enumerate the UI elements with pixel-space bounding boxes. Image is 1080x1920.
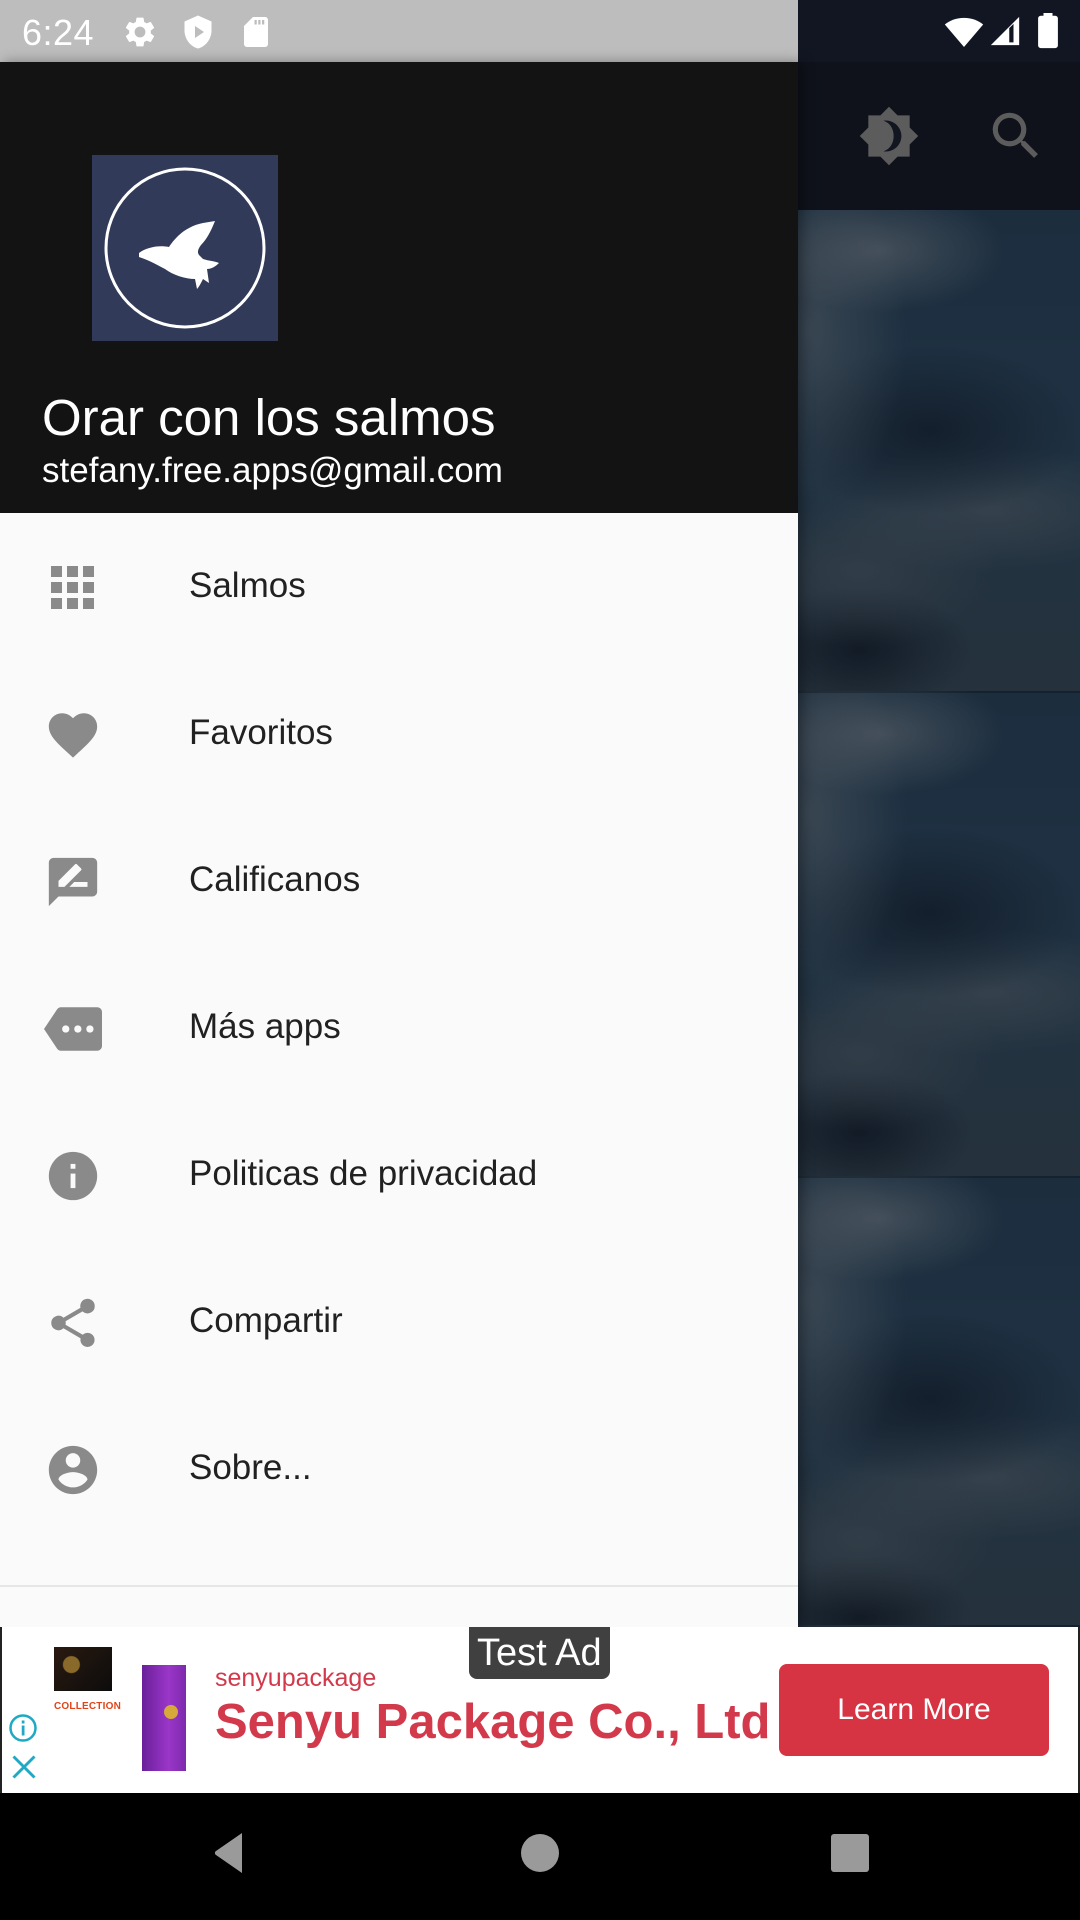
- drawer-item-salmos[interactable]: Salmos: [0, 513, 798, 660]
- grid-icon: [44, 559, 102, 617]
- info-icon: [44, 1147, 102, 1205]
- drawer-item-label: Politicas de privacidad: [189, 1154, 538, 1193]
- back-icon[interactable]: [206, 1829, 254, 1877]
- drawer-item-sobre[interactable]: Sobre...: [0, 1395, 798, 1542]
- more-tag-icon: [44, 1000, 102, 1058]
- wifi-icon: [944, 12, 984, 52]
- app-title: Orar con los salmos: [42, 389, 496, 446]
- sd-card-icon: [238, 14, 274, 50]
- navigation-drawer: Orar con los salmos stefany.free.apps@gm…: [0, 62, 798, 1627]
- drawer-item-label: Salmos: [189, 566, 306, 605]
- drawer-item-calificanos[interactable]: Calificanos: [0, 807, 798, 954]
- battery-icon: [1035, 13, 1061, 49]
- drawer-item-label: Compartir: [189, 1301, 343, 1340]
- drawer-item-label: Favoritos: [189, 713, 333, 752]
- ad-close-icon[interactable]: [10, 1753, 38, 1781]
- heart-icon: [44, 706, 102, 764]
- test-ad-badge: Test Ad: [469, 1627, 610, 1679]
- system-nav-bar: [0, 1793, 1080, 1920]
- drawer-menu: Salmos Favoritos Calificanos Más apps Po…: [0, 513, 798, 1542]
- status-bar: 6:24: [0, 0, 1080, 62]
- share-icon: [44, 1294, 102, 1352]
- recents-icon[interactable]: [826, 1829, 874, 1877]
- rate-review-icon: [44, 853, 102, 911]
- dove-logo-icon: [92, 155, 278, 341]
- screen: 6:24 Orar con los salmos stefany.free.ap…: [0, 0, 1080, 1920]
- account-circle-icon: [44, 1441, 102, 1499]
- learn-more-button[interactable]: Learn More: [779, 1664, 1049, 1756]
- status-time: 6:24: [22, 12, 95, 53]
- shield-play-icon: [180, 14, 216, 50]
- home-icon[interactable]: [516, 1829, 564, 1877]
- cell-signal-icon: [988, 14, 1022, 48]
- status-bar-left: [0, 0, 798, 62]
- drawer-item-compartir[interactable]: Compartir: [0, 1248, 798, 1395]
- ad-advertiser: senyupackage: [215, 1664, 377, 1692]
- drawer-item-label: Sobre...: [189, 1448, 312, 1487]
- drawer-header: Orar con los salmos stefany.free.apps@gm…: [0, 62, 798, 513]
- ad-thumbnail-image: [54, 1647, 112, 1691]
- ad-banner[interactable]: Test Ad COLLECTION senyupackage Senyu Pa…: [0, 1627, 1080, 1793]
- drawer-item-privacidad[interactable]: Politicas de privacidad: [0, 1101, 798, 1248]
- ad-thumbnail-caption: COLLECTION: [54, 1701, 121, 1712]
- adchoices-info-icon[interactable]: [8, 1713, 38, 1743]
- drawer-item-label: Calificanos: [189, 860, 361, 899]
- ad-product-image: [142, 1665, 186, 1771]
- drawer-item-mas-apps[interactable]: Más apps: [0, 954, 798, 1101]
- drawer-item-label: Más apps: [189, 1007, 341, 1046]
- drawer-divider: [0, 1585, 798, 1587]
- gear-icon: [122, 14, 158, 50]
- ad-headline[interactable]: Senyu Package Co., Ltd: [215, 1694, 771, 1750]
- account-email: stefany.free.apps@gmail.com: [42, 451, 503, 490]
- drawer-item-favoritos[interactable]: Favoritos: [0, 660, 798, 807]
